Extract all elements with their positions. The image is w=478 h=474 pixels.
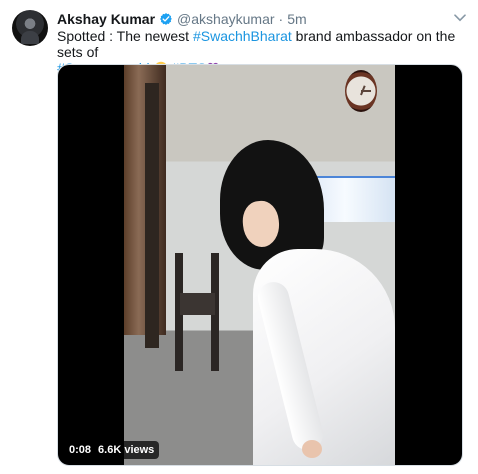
avatar[interactable] (12, 10, 48, 46)
author-handle[interactable]: @akshaykumar (177, 10, 274, 28)
background-door (145, 83, 159, 348)
author-name[interactable]: Akshay Kumar (57, 10, 155, 28)
tweet-text-part: Spotted : The newest (57, 28, 193, 44)
verified-badge-icon (160, 13, 172, 25)
video-info-badge: 0:08 6.6K views (64, 441, 160, 459)
background-chair (175, 253, 219, 371)
person-hand (302, 440, 322, 458)
video-frame (124, 65, 395, 465)
person-in-video (220, 140, 395, 465)
tweet-card[interactable]: Akshay Kumar @akshaykumar · 5m Spotted :… (0, 0, 478, 474)
header-separator: · (278, 11, 284, 27)
view-count: 6.6K views (98, 444, 155, 456)
tweet-header: Akshay Kumar @akshaykumar · 5m (57, 10, 307, 28)
chevron-down-icon[interactable] (454, 14, 466, 22)
clock-hand (361, 90, 371, 92)
timestamp[interactable]: 5m (287, 10, 306, 28)
video-player[interactable]: 0:08 6.6K views (57, 64, 463, 466)
video-duration: 0:08 (69, 444, 92, 456)
hashtag-link[interactable]: #SwachhBharat (193, 28, 292, 44)
